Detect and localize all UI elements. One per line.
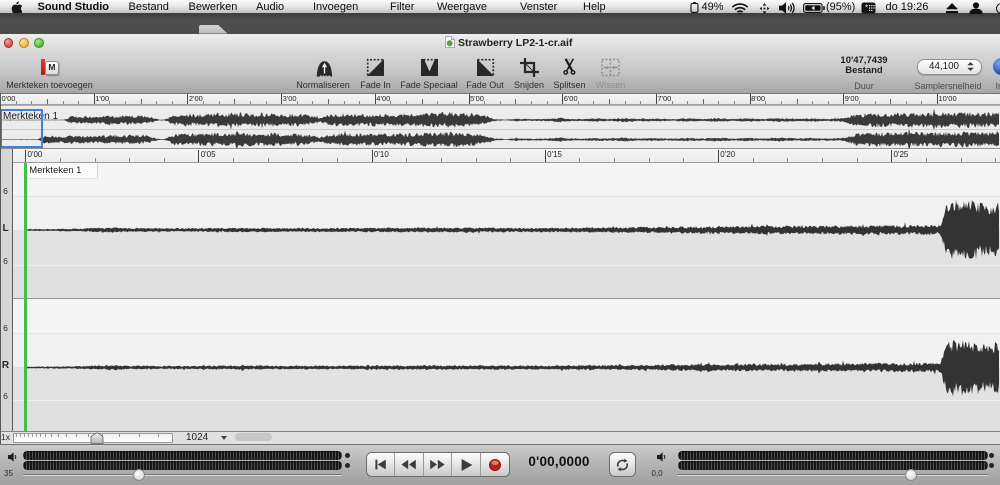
svg-text:*: * xyxy=(865,3,868,12)
